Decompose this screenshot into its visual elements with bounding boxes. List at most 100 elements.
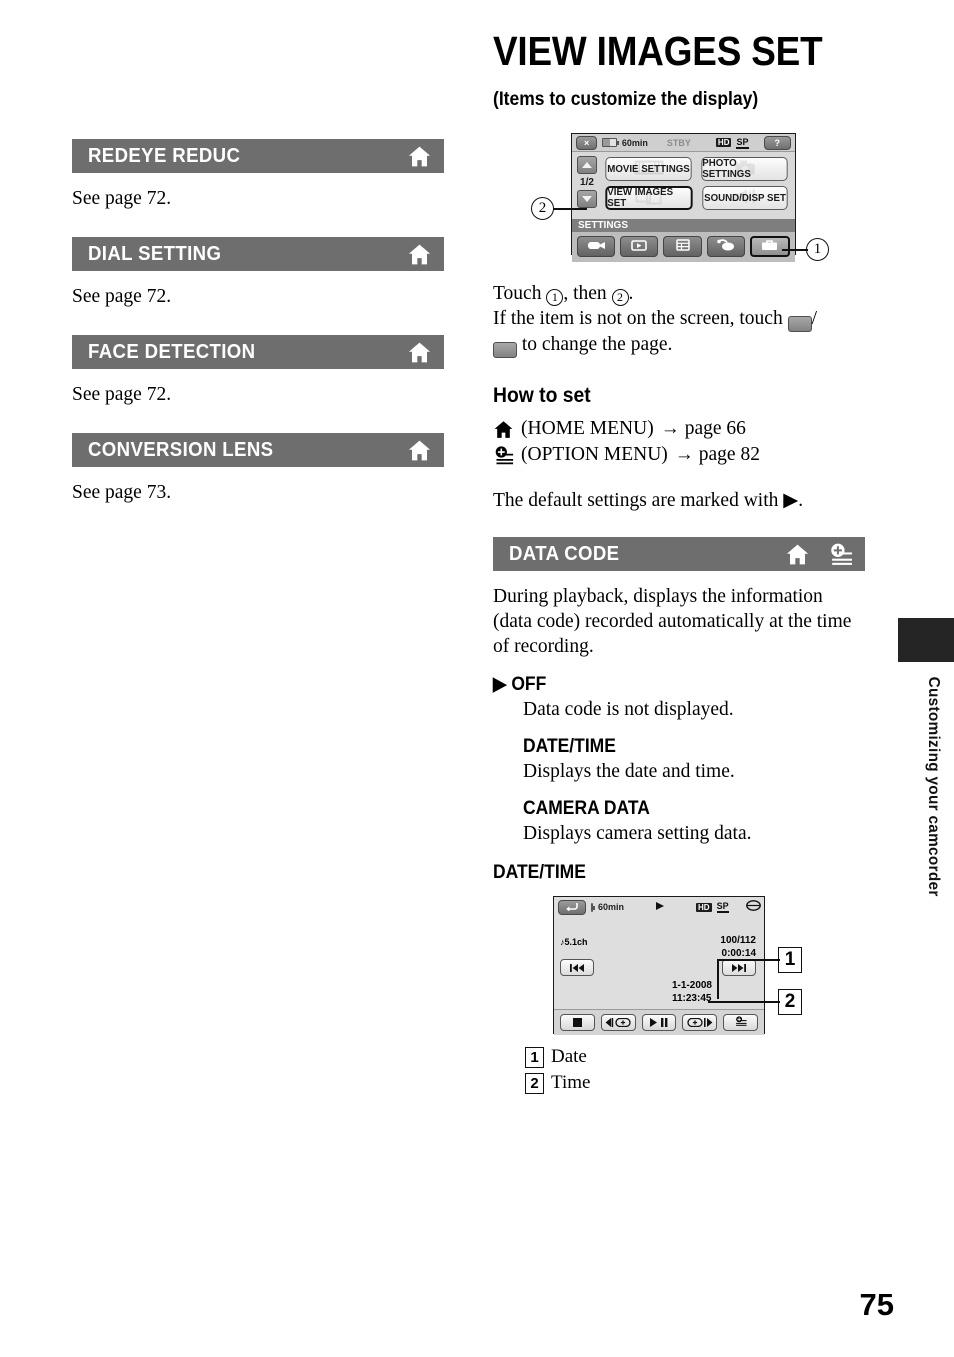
callout-2-leader — [708, 1001, 780, 1003]
inline-callout-2: 2 — [611, 289, 629, 306]
scroll-down-button[interactable] — [577, 190, 597, 208]
callout-label: 2 — [784, 991, 796, 1012]
home-icon — [785, 542, 810, 567]
option-camera-data: CAMERA DATA Displays camera setting data… — [523, 798, 865, 846]
option-label: OFF — [511, 674, 547, 695]
section-header-dial-setting: DIAL SETTING — [72, 237, 444, 271]
playback-counters: 100/112 0:00:14 — [720, 934, 756, 960]
default-marker-icon: ▶ — [493, 674, 507, 695]
date-value: 1-1-2008 — [671, 980, 712, 991]
tab-manage-media[interactable] — [663, 236, 702, 257]
stop-button[interactable] — [560, 1014, 595, 1031]
legend-number: 1 — [525, 1046, 544, 1068]
frame-advance-button[interactable] — [682, 1014, 718, 1032]
playback-control-bar — [554, 1009, 764, 1035]
instruction-line1-pre: Touch — [493, 283, 547, 304]
section-body: See page 72. — [72, 188, 172, 209]
section-title: REDEYE REDUC — [88, 144, 241, 167]
menu-button-photo-settings[interactable]: PHOTO SETTINGS — [701, 157, 788, 181]
section-header-redeye-reduc: REDEYE REDUC — [72, 139, 444, 173]
inline-callout-1: 1 — [546, 289, 564, 306]
frame-reverse-icon — [605, 1014, 631, 1032]
play-pause-button[interactable] — [641, 1014, 677, 1032]
tab-playback[interactable] — [620, 236, 659, 257]
tab-others[interactable] — [706, 236, 745, 257]
home-menu-page: page 66 — [684, 418, 746, 439]
instruction-slash: / — [811, 308, 818, 329]
data-code-description: During playback, displays the informatio… — [493, 586, 852, 657]
camcorder-icon — [587, 238, 606, 256]
option-menu-reference: (OPTION MENU) → page 82 — [493, 442, 865, 468]
legend-item-time: 2 Time — [525, 1072, 865, 1094]
category-tab-bar — [572, 232, 795, 262]
home-menu-figure: × 60min STBY HD SP ? 1/2 MOVIE SETTINGS … — [493, 129, 865, 279]
menu-button-label: SOUND/DISP SET — [704, 192, 786, 204]
page-number: 75 — [859, 1287, 894, 1322]
menu-button-label: PHOTO SETTINGS — [702, 158, 751, 180]
others-icon — [716, 238, 735, 256]
section-body: See page 72. — [72, 384, 172, 405]
arrow-icon: → — [660, 418, 680, 439]
sp-badge: SP — [716, 901, 729, 913]
callout-label: 1 — [784, 949, 796, 970]
section-header-data-code: DATA CODE — [493, 537, 865, 571]
play-pause-icon — [649, 1014, 669, 1032]
menu-row: VIEW IMAGES SET SOUND/DISP SET — [604, 186, 789, 210]
arrow-icon: → — [674, 444, 694, 465]
previous-button[interactable] — [560, 959, 594, 976]
tab-settings[interactable] — [749, 236, 791, 257]
callout-label: 1 — [813, 241, 822, 257]
page-indicator: 1/2 — [580, 177, 594, 188]
menu-button-movie-settings[interactable]: MOVIE SETTINGS — [605, 157, 692, 181]
tab-camcorder[interactable] — [577, 236, 616, 257]
callout-2: 2 — [531, 197, 554, 220]
hd-badge: HD — [715, 138, 732, 147]
battery-icon — [591, 902, 595, 912]
lcd-status-bar: × 60min STBY HD SP ? — [572, 134, 795, 152]
instruction-line2-pre: If the item is not on the screen, touch — [493, 308, 788, 329]
lcd-home-menu: × 60min STBY HD SP ? 1/2 MOVIE SETTINGS … — [571, 133, 796, 262]
instruction-line2-end: to change the page. — [517, 334, 673, 355]
callout-2-leader — [553, 208, 587, 210]
section-header-face-detection: FACE DETECTION — [72, 335, 444, 369]
section-title: DIAL SETTING — [88, 242, 222, 265]
callout-1: 1 — [806, 238, 829, 261]
page-title: VIEW IMAGES SET — [493, 28, 823, 74]
legend-number: 2 — [525, 1072, 544, 1094]
return-icon[interactable] — [558, 899, 586, 915]
scroll-up-button[interactable] — [577, 156, 597, 174]
file-counter: 100/112 — [720, 935, 756, 946]
battery-icon — [602, 138, 619, 147]
settings-toolbox-icon — [761, 238, 778, 256]
playback-body: ♪5.1ch 100/112 0:00:14 1-1-2008 11:23:45 — [554, 917, 764, 1009]
page-subtitle: (Items to customize the display) — [493, 89, 759, 110]
help-button[interactable]: ? — [763, 135, 791, 150]
legend-item-date: 1 Date — [525, 1046, 865, 1068]
battery-remaining: 60min — [621, 137, 648, 148]
close-button[interactable]: × — [576, 135, 598, 150]
menu-area: 1/2 MOVIE SETTINGS PHOTO SETTINGS VIEW I… — [572, 152, 795, 219]
playback-figure: 60min HD SP ♪5.1ch 100/112 0:00:14 1-1-2… — [493, 892, 865, 1042]
menu-button-view-images-set[interactable]: VIEW IMAGES SET — [605, 186, 693, 210]
frame-advance-icon — [687, 1014, 713, 1032]
frame-reverse-button[interactable] — [600, 1014, 636, 1032]
play-icon — [655, 898, 667, 916]
section-body: See page 73. — [72, 482, 172, 503]
option-menu-page: page 82 — [698, 444, 760, 465]
home-icon — [407, 340, 432, 365]
section-header-conversion-lens: CONVERSION LENS — [72, 433, 444, 467]
stop-icon — [572, 1014, 582, 1032]
option-menu-button[interactable] — [723, 1014, 758, 1031]
lcd-status-bar: 60min HD SP — [554, 897, 764, 917]
time-value: 11:23:45 — [671, 993, 712, 1004]
home-icon — [493, 419, 514, 440]
option-menu-icon — [733, 1014, 748, 1032]
option-off: ▶ OFF Data code is not displayed. — [493, 673, 865, 722]
callout-label: 2 — [538, 200, 547, 216]
how-to-set-heading: How to set — [493, 384, 591, 407]
menu-button-sound-disp-set[interactable]: SOUND/DISP SET — [702, 186, 788, 210]
legend-label: Time — [551, 1072, 591, 1093]
option-label-row: ▶ OFF — [493, 673, 835, 696]
next-button[interactable] — [722, 959, 756, 976]
option-menu-label: (OPTION MENU) — [521, 444, 668, 465]
